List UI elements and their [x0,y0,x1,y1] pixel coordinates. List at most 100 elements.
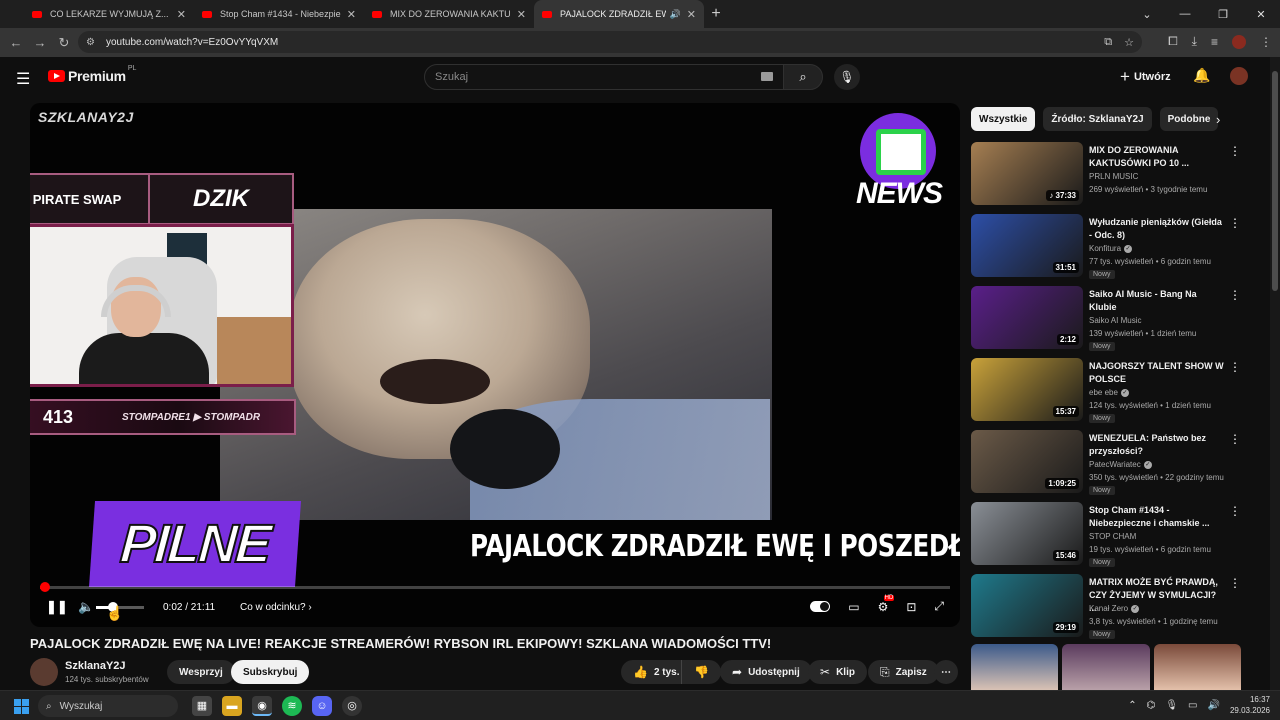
recommendation-item[interactable]: 15:46 Stop Cham #1434 - Niebezpieczne i c… [971,502,1261,567]
close-window-button[interactable]: ✕ [1242,8,1280,21]
task-view-icon[interactable]: ▦ [192,696,212,716]
video-player[interactable]: SZKLANAY2J NEWS PIRATE SWAP DZIK 413 STO… [30,103,960,627]
system-clock[interactable]: 16:37 29.03.2026 [1230,694,1270,716]
recommendation-item[interactable]: 1:09:25 WENEZUELA: Państwo bez przyszłośc… [971,430,1261,495]
like-button[interactable]: 👍 2 tys. [621,660,690,684]
discord-icon[interactable]: ☺ [312,696,332,716]
file-explorer-icon[interactable]: ▬ [222,696,242,716]
recommendation-item[interactable]: 15:37 NAJGORSZY TALENT SHOW W POLSCE ebe e… [971,358,1261,423]
install-app-icon[interactable]: ⧉ [1104,36,1112,49]
recommendation-thumbnail[interactable]: 29:19 [971,574,1083,637]
bookmark-star-icon[interactable]: ☆ [1124,36,1134,49]
more-vertical-icon[interactable]: ⋮ [1229,216,1241,230]
site-info-icon[interactable]: ⚙ [86,37,100,48]
display-icon[interactable]: ▭ [1188,700,1197,711]
recommendation-channel[interactable]: Konfitura ✓ [1089,244,1133,253]
media-control-icon[interactable]: ≡ [1211,35,1218,49]
chrome-icon[interactable]: ◉ [252,696,272,716]
youtube-logo[interactable]: Premium PL [48,65,136,84]
recommendation-channel[interactable]: PatecWariatec ✓ [1089,460,1152,469]
more-vertical-icon[interactable]: ⋮ [1229,360,1241,374]
restore-button[interactable]: ❐ [1204,8,1242,21]
extensions-icon[interactable]: ⧠ [1168,34,1178,49]
more-vertical-icon[interactable]: ⋮ [1229,288,1241,302]
tab-close-icon[interactable]: ✕ [177,8,186,21]
recommendation-thumbnail[interactable]: 31:51 [971,214,1083,277]
browser-tab[interactable]: CO LEKARZE WYJMUJĄ Z... PAC ✕ [24,0,194,28]
chapters-button[interactable]: Co w odcinku? › [240,602,312,613]
browser-tab[interactable]: Stop Cham #1434 - Niebezpiecz ✕ [194,0,364,28]
recommendation-title[interactable]: MIX DO ZEROWANIA KAKTUSÓWKI PO 10 ... [1089,144,1225,170]
speaker-icon[interactable]: 🔊 [1208,700,1220,711]
recommendation-thumbnail[interactable]: 2:12 [971,286,1083,349]
back-button[interactable]: ← [4,35,28,50]
progress-scrubber[interactable] [40,582,50,592]
recommendation-thumbnail[interactable]: 15:46 [971,502,1083,565]
recommendation-channel[interactable]: Kanał Zero ✓ [1089,604,1140,613]
recommendation-channel[interactable]: STOP CHAM [1089,532,1136,541]
clip-button[interactable]: ✂ Klip [808,660,867,684]
more-vertical-icon[interactable]: ⋮ [1229,432,1241,446]
taskbar-search[interactable]: ⌕ Wyszukaj [38,695,178,717]
chevron-right-icon[interactable]: › [1216,112,1220,127]
downloads-icon[interactable]: ⤓ [1192,34,1197,49]
network-icon[interactable]: ⌬ [1147,700,1156,711]
miniplayer-icon[interactable]: ⊡ [906,600,916,614]
autoplay-toggle[interactable] [810,601,831,612]
forward-button[interactable]: → [28,35,52,50]
obs-icon[interactable]: ◎ [342,696,362,716]
recommendation-channel[interactable]: ebe ebe ✓ [1089,388,1129,397]
chevron-down-icon[interactable]: ⌄ [1128,8,1166,21]
tab-audio-icon[interactable]: 🔊 [670,9,681,20]
progress-bar[interactable] [40,582,950,592]
minimize-button[interactable]: — [1166,8,1204,20]
recommendation-item[interactable]: ♪ 37:33 MIX DO ZEROWANIA KAKTUSÓWKI PO 10… [971,142,1261,206]
page-scrollbar[interactable] [1270,57,1280,690]
recommendation-channel[interactable]: PRLN MUSIC [1089,172,1138,181]
volume-icon[interactable]: 🔈 [78,599,94,615]
tab-close-icon[interactable]: ✕ [687,8,696,21]
channel-name[interactable]: SzklanaY2J [65,660,126,672]
microphone-tray-icon[interactable]: 🎙 [1165,700,1178,711]
search-button[interactable]: ⌕ [783,64,823,90]
new-tab-button[interactable]: + [704,5,728,23]
tray-chevron-up-icon[interactable]: ⌃ [1128,700,1136,711]
channel-avatar[interactable] [30,658,58,686]
recommendation-thumbnail[interactable]: 1:09:25 [971,430,1083,493]
filter-chip[interactable]: Wszystkie [971,107,1036,131]
more-vertical-icon[interactable]: ⋮ [1229,144,1241,158]
settings-gear-icon[interactable]: ⚙ HD [878,594,895,614]
recommendation-title[interactable]: NAJGORSZY TALENT SHOW W POLSCE [1089,360,1225,386]
account-avatar[interactable] [1230,67,1248,85]
profile-avatar[interactable] [1232,34,1246,49]
url-field[interactable]: ⚙ youtube.com/watch?v=Ez0OvYYqVXM ⧉ ☆ [78,31,1142,53]
recommendation-item[interactable]: 31:51 Wyłudzanie pieniążków (Giełda - Odc… [971,214,1261,279]
more-vertical-icon[interactable]: ⋮ [1229,504,1241,518]
menu-icon[interactable]: ☰ [16,69,30,89]
filter-chip[interactable]: Źródło: SzklanaY2J [1043,107,1152,131]
shorts-thumb[interactable] [1153,644,1241,690]
recommendation-title[interactable]: Wyłudzanie pieniążków (Giełda - Odc. 8) [1089,216,1225,242]
subscribe-button[interactable]: Subskrybuj [231,660,310,684]
search-input[interactable]: Szukaj [424,64,784,90]
recommendation-item[interactable]: 2:12 Saiko AI Music - Bang Na Klubie Saiko… [971,286,1261,351]
recommendation-thumbnail[interactable]: ♪ 37:33 [971,142,1083,205]
windows-start-icon[interactable] [14,699,29,714]
filter-chip[interactable]: Podobne [1159,107,1219,131]
pause-button[interactable]: ❚❚ [46,599,68,615]
spotify-icon[interactable]: ≋ [282,696,302,716]
shorts-thumb[interactable] [1062,644,1150,690]
create-button[interactable]: + Utwórz [1120,66,1171,88]
recommendation-title[interactable]: Saiko AI Music - Bang Na Klubie [1089,288,1225,314]
browser-tab[interactable]: PAJALOCK ZDRADZIŁ EWĘ I 🔊 ✕ [534,0,704,28]
voice-search-button[interactable]: 🎙 [834,64,860,90]
notifications-bell-icon[interactable]: 🔔 [1193,67,1210,84]
recommendation-channel[interactable]: Saiko AI Music [1089,316,1141,325]
more-actions-button[interactable]: ⋯ [934,660,958,684]
browser-menu-icon[interactable]: ⋮ [1260,35,1272,49]
subtitles-icon[interactable]: ▭ [848,600,859,614]
tab-close-icon[interactable]: ✕ [517,8,526,21]
reload-button[interactable]: ↻ [52,35,76,51]
browser-tab[interactable]: MIX DO ZEROWANIA KAKTUSÓ ✕ [364,0,534,28]
share-button[interactable]: ➦ Udostępnij [720,660,812,684]
